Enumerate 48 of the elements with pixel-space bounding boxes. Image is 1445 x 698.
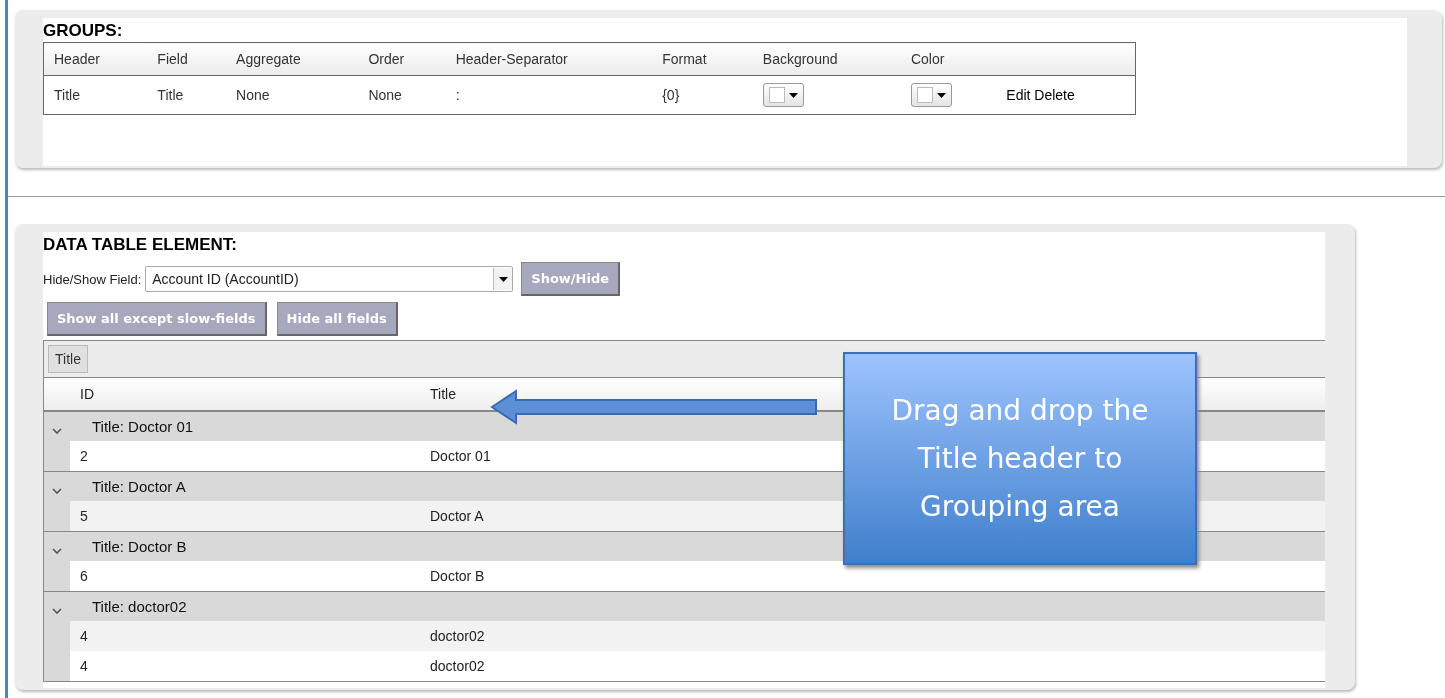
column-header[interactable]: Title bbox=[430, 386, 456, 402]
column-header: Field bbox=[147, 42, 227, 76]
table-cell: {0} bbox=[662, 87, 680, 103]
table-cell: None bbox=[368, 87, 402, 103]
caret-icon bbox=[788, 92, 798, 98]
table-cell-text: 5 bbox=[79, 508, 89, 524]
table-cell: Title bbox=[157, 87, 184, 103]
arrow-icon bbox=[490, 389, 817, 425]
table-cell: Doctor 01 bbox=[430, 448, 491, 464]
column-header: Background bbox=[752, 42, 901, 76]
section-title: GROUPS: bbox=[43, 22, 124, 40]
table-cell: doctor02 bbox=[430, 658, 485, 674]
delete-link[interactable]: Delete bbox=[1034, 87, 1075, 103]
chevron-down-icon[interactable] bbox=[52, 607, 62, 614]
group-label: Title: Doctor A bbox=[91, 478, 186, 495]
table-cell: Doctor B bbox=[430, 568, 485, 584]
column-header: Color bbox=[900, 42, 997, 76]
callout-note: Drag and drop the Title header to Grouping area bbox=[843, 352, 1197, 565]
table-cell: None bbox=[236, 87, 270, 103]
color-picker[interactable] bbox=[910, 83, 952, 107]
group-label: Title: doctor02 bbox=[91, 598, 187, 615]
chevron-down-icon[interactable] bbox=[52, 427, 62, 434]
column-header: Header bbox=[43, 42, 148, 76]
field-label: Hide/Show Field: bbox=[43, 271, 142, 287]
table-cell-text: 2 bbox=[79, 448, 89, 464]
caret-icon bbox=[498, 276, 508, 282]
chevron-down-icon[interactable] bbox=[52, 487, 62, 494]
table-cell: : bbox=[455, 87, 460, 103]
edit-link[interactable]: Edit bbox=[1006, 87, 1031, 103]
table-cell-text: 4 bbox=[79, 628, 89, 644]
table-cell-text: 6 bbox=[79, 568, 89, 584]
caret-icon bbox=[936, 92, 946, 98]
chevron-down-icon[interactable] bbox=[52, 547, 62, 554]
table-cell: Title bbox=[54, 87, 80, 103]
color-picker[interactable] bbox=[762, 83, 804, 107]
section-title: DATA TABLE ELEMENT: bbox=[43, 236, 238, 254]
table-cell: doctor02 bbox=[430, 628, 485, 644]
group-chip[interactable]: Title bbox=[48, 345, 88, 373]
column-header: Format bbox=[652, 42, 753, 76]
column-header: Header-Separator bbox=[445, 42, 653, 76]
column-header: Aggregate bbox=[226, 42, 359, 76]
group-label: Title: Doctor 01 bbox=[91, 418, 194, 435]
table-cell-text: 4 bbox=[79, 658, 89, 674]
column-header[interactable]: ID bbox=[44, 386, 430, 402]
table-cell: Doctor A bbox=[430, 508, 484, 524]
column-header: Order bbox=[358, 42, 446, 76]
field-dropdown[interactable]: Account ID (AccountID) bbox=[145, 266, 514, 292]
group-label: Title: Doctor B bbox=[91, 538, 187, 555]
